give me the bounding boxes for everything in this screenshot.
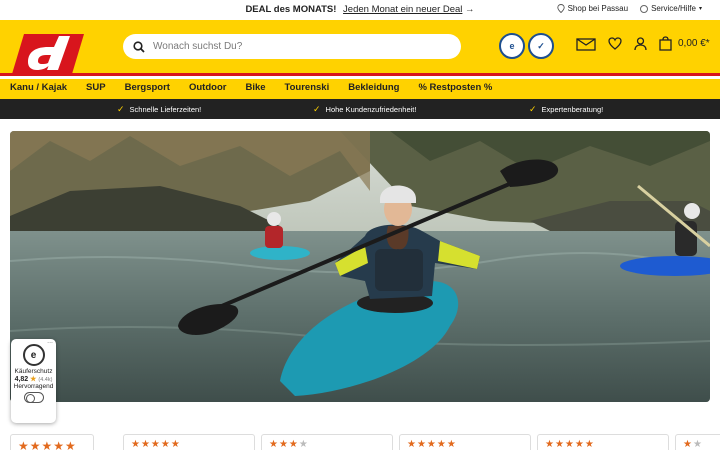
shop-link-label: Shop bei Passau xyxy=(567,4,629,13)
service-link-label: Service/Hilfe xyxy=(651,4,696,13)
trust-badges: e ✓ xyxy=(499,33,554,59)
nav-item-tourenski[interactable]: Tourenski xyxy=(275,79,339,99)
review-card[interactable]: ★★★★★ xyxy=(10,434,94,450)
user-icon[interactable] xyxy=(634,36,647,51)
rating-value: 4,82 xyxy=(14,376,29,383)
rating-score: 4,82 ★ (4.4k) xyxy=(11,375,56,383)
reviews-row: ★★★★★ ★★★★★ ★★★★ ★★★★★ ★★★★★ ★★ xyxy=(0,434,720,450)
nav-item-kanu-kajak[interactable]: Kanu / Kajak xyxy=(0,79,76,99)
heart-icon[interactable] xyxy=(608,37,622,50)
check-icon: ✓ xyxy=(117,104,125,114)
mail-phone-icon[interactable] xyxy=(576,37,596,51)
usp-bar: ✓ Schnelle Lieferzeiten! ✓ Hohe Kundenzu… xyxy=(0,99,720,119)
nav-item-restposten[interactable]: % Restposten % xyxy=(408,79,501,99)
map-pin-icon xyxy=(556,4,565,13)
widget-toggle[interactable] xyxy=(23,392,44,403)
utility-links: Shop bei Passau Service/Hilfe ▾ xyxy=(556,4,702,13)
chevron-down-icon: ▾ xyxy=(698,6,702,12)
widget-menu[interactable]: ... xyxy=(47,338,53,345)
deal-link[interactable]: Jeden Monat ein neuer Deal xyxy=(343,4,462,15)
buyer-protection-label: Käuferschutz xyxy=(14,368,53,375)
review-card[interactable]: ★★★★★ xyxy=(123,434,255,450)
deal-label: DEAL des MONATS! xyxy=(245,4,337,15)
service-link[interactable]: Service/Hilfe ▾ xyxy=(640,4,702,13)
review-stars: ★★ xyxy=(683,439,703,450)
cart-icon[interactable] xyxy=(659,36,672,51)
review-stars: ★★★★★ xyxy=(407,439,457,450)
check-icon: ✓ xyxy=(313,104,321,114)
usp-item: ✓ Hohe Kundenzufriedenheit! xyxy=(313,104,416,115)
hero-banner[interactable] xyxy=(10,131,710,402)
nav-item-sup[interactable]: SUP xyxy=(76,79,115,99)
review-stars: ★★★★★ xyxy=(18,439,77,450)
trusted-shops-badge[interactable]: e xyxy=(499,33,525,59)
review-card[interactable]: ★★★★★ xyxy=(399,434,531,450)
usp-label: Schnelle Lieferzeiten! xyxy=(129,105,202,114)
rating-verdict: Hervorragend xyxy=(13,383,54,390)
nav-item-bekleidung[interactable]: Bekleidung xyxy=(338,79,408,99)
usp-item: ✓ Expertenberatung! xyxy=(529,104,603,115)
review-stars: ★★★★★ xyxy=(131,439,181,450)
review-card[interactable]: ★★★★ xyxy=(261,434,393,450)
search-bar[interactable] xyxy=(123,34,461,59)
nav-item-bergsport[interactable]: Bergsport xyxy=(115,79,179,99)
usp-label: Hohe Kundenzufriedenheit! xyxy=(325,105,417,114)
review-card[interactable]: ★★★★★ xyxy=(537,434,669,450)
search-icon[interactable] xyxy=(133,40,145,53)
promo-bar: DEAL des MONATS! Jeden Monat ein neuer D… xyxy=(0,0,720,20)
hero-kayak-photo xyxy=(10,131,710,402)
nav-item-bike[interactable]: Bike xyxy=(235,79,274,99)
trusted-shops-widget[interactable]: ... e Käuferschutz 4,82 ★ (4.4k) Hervorr… xyxy=(11,338,56,423)
cart-total[interactable]: 0,00 €* xyxy=(678,38,710,49)
arrow-right-icon: → xyxy=(465,4,475,15)
nav-item-outdoor[interactable]: Outdoor xyxy=(179,79,235,99)
star-icon: ★ xyxy=(30,376,37,383)
tuev-badge[interactable]: ✓ xyxy=(528,33,554,59)
review-card[interactable]: ★★ xyxy=(675,434,720,450)
search-input[interactable] xyxy=(153,41,443,52)
brand-logo[interactable] xyxy=(10,32,84,74)
review-stars: ★★★★★ xyxy=(545,439,595,450)
check-icon: ✓ xyxy=(529,104,537,114)
usp-label: Expertenberatung! xyxy=(541,105,604,114)
trusted-shops-seal-icon: e xyxy=(22,344,45,366)
review-stars: ★★★★ xyxy=(269,439,309,450)
header-actions: 0,00 €* xyxy=(576,36,710,51)
usp-item: ✓ Schnelle Lieferzeiten! xyxy=(117,104,201,115)
shop-link[interactable]: Shop bei Passau xyxy=(556,4,629,13)
info-icon xyxy=(640,4,649,13)
site-header: e ✓ 0,00 €* xyxy=(0,20,720,76)
main-nav: Kanu / Kajak SUP Bergsport Outdoor Bike … xyxy=(0,79,720,99)
